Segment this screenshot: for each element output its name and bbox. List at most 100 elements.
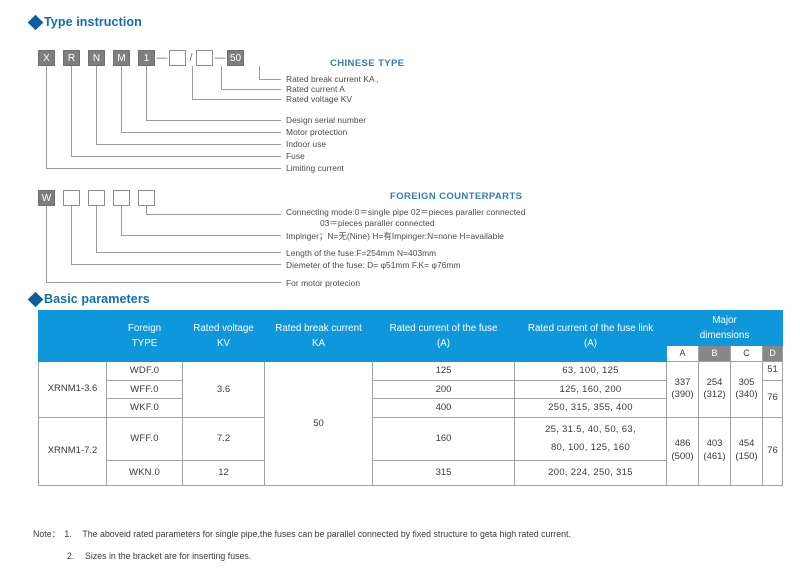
cell-foreign-type: WKN.0 <box>106 459 183 486</box>
header-foreign-type-line1: Foreign <box>127 322 162 334</box>
cell-dimension-d-2: 76 <box>762 416 783 486</box>
cell-dimension-a-1: 337 (390) <box>666 361 699 418</box>
cell-dimension-c-1: 305 (340) <box>730 361 763 418</box>
note-text-2: Sizes in the bracket are for inserting f… <box>85 550 252 561</box>
cell-rated-current-fuse: 125 <box>372 361 515 381</box>
code-box-current <box>196 50 213 66</box>
note-number-2: 2. <box>67 550 75 561</box>
header-rated-voltage-line1: Rated voltage <box>193 322 254 334</box>
header-model <box>38 310 107 362</box>
code-box-impinger <box>113 190 130 206</box>
cell-dimension-c-2: 454 (150) <box>730 416 763 486</box>
leader-hline-rated-current <box>221 89 281 90</box>
leader-hline-connecting-mode <box>146 214 281 215</box>
fuse-link-line1: 25, 31.5, 40, 50, 63, <box>545 424 636 436</box>
leader-vline-motor-protection <box>121 66 122 133</box>
table-row: XRNM1-3.6 WDF.0 3.6 50 125 63, 100, 125 … <box>38 361 783 486</box>
header-dimension-a: A <box>666 345 699 362</box>
basic-parameters-table-wrapper: Foreign TYPE Rated voltage KV Rated brea… <box>38 310 783 486</box>
label-motor-protection: Motor protection <box>286 127 348 137</box>
header-rated-current-fuse-line2: (A) <box>436 338 451 349</box>
cell-dimension-b-1: 254 (312) <box>698 361 731 418</box>
table-body: XRNM1-3.6 WDF.0 3.6 50 125 63, 100, 125 … <box>38 361 783 486</box>
code-box-r: R <box>63 50 80 66</box>
cell-foreign-type: WFF.0 <box>106 416 183 461</box>
note-item-1: Note： 1. The aboveid rated parameters fo… <box>33 528 773 541</box>
leader-vline-limiting-current <box>46 66 47 169</box>
header-foreign-type-line2: TYPE <box>131 338 158 349</box>
leader-vline-diameter <box>71 206 72 265</box>
table-header: Foreign TYPE Rated voltage KV Rated brea… <box>38 310 783 362</box>
code-box-m: M <box>113 50 130 66</box>
cell-model-1: XRNM1-3.6 <box>38 361 107 418</box>
header-rated-voltage-line2: KV <box>216 338 231 349</box>
cell-rated-current-fuse: 160 <box>372 416 515 461</box>
leader-hline-limiting-current <box>46 168 281 169</box>
leader-vline-impinger <box>121 206 122 236</box>
cell-fuse-link-values: 25, 31.5, 40, 50, 63, 80, 100, 125, 160 <box>514 416 667 461</box>
leader-hline-motor-protecion <box>46 282 281 283</box>
leader-hline-rated-voltage <box>192 99 281 100</box>
leader-vline-rated-current <box>221 66 222 90</box>
chinese-type-title: CHINESE TYPE <box>330 58 405 69</box>
header-dimension-c: C <box>730 345 763 362</box>
diamond-bullet-icon <box>27 291 44 307</box>
leader-hline-design-serial <box>146 120 281 121</box>
code-box-x: X <box>38 50 55 66</box>
cell-fuse-link-values: 63, 100, 125 <box>514 361 667 381</box>
header-major-dimensions-line1: Major <box>712 314 737 326</box>
header-rated-current-fuse: Rated current of the fuse (A) <box>372 310 515 362</box>
cell-foreign-type: WDF.0 <box>106 361 183 381</box>
cell-model-2: XRNM1-7.2 <box>38 416 107 486</box>
note-number-1: 1. <box>64 529 72 539</box>
section-title-text: Basic parameters <box>44 292 150 306</box>
code-dash-2: — <box>214 52 226 64</box>
header-rated-break-current-line2: KA <box>311 338 326 349</box>
cell-rated-break-current: 50 <box>264 361 373 486</box>
header-rated-voltage: Rated voltage KV <box>182 310 265 362</box>
leader-hline-diameter <box>71 264 281 265</box>
cell-fuse-link-values: 200, 224, 250, 315 <box>514 459 667 486</box>
leader-vline-motor-protecion <box>46 206 47 283</box>
note-text-1: The aboveid rated parameters for single … <box>82 529 571 539</box>
code-box-voltage <box>169 50 186 66</box>
cell-rated-voltage: 12 <box>182 459 265 486</box>
leader-hline-motor-protection <box>121 132 281 133</box>
leader-vline-indoor-use <box>96 66 97 145</box>
foreign-counterpart-code-row: W <box>38 190 155 206</box>
code-box-length <box>88 190 105 206</box>
label-rated-current: Rated current A <box>286 84 345 94</box>
code-box-n: N <box>88 50 105 66</box>
leader-hline-length <box>96 252 281 253</box>
section-title-text: Type instruction <box>44 15 142 29</box>
header-rated-break-current-line1: Rated break current <box>275 322 362 334</box>
leader-hline-fuse <box>71 156 281 157</box>
header-dimension-b: B <box>698 345 731 362</box>
note-lead-label: Note： <box>33 529 61 539</box>
cell-rated-current-fuse: 400 <box>372 398 515 418</box>
cell-fuse-link-values: 250, 315, 355, 400 <box>514 398 667 418</box>
notes-block: Note： 1. The aboveid rated parameters fo… <box>33 528 773 563</box>
label-rated-break-current: Rated break current KA , <box>286 74 379 84</box>
cell-dimension-d-top: 51 <box>762 361 783 381</box>
label-design-serial-number: Design serial number <box>286 115 367 125</box>
header-rated-current-fuse-link: Rated current of the fuse link (A) <box>514 310 667 362</box>
header-rated-current-fuse-link-line2: (A) <box>583 338 598 349</box>
label-fuse: Fuse <box>286 151 305 161</box>
foreign-counterparts-title: FOREIGN COUNTERPARTS <box>390 191 523 202</box>
header-rated-break-current: Rated break current KA <box>264 310 373 362</box>
leader-vline-design-serial <box>146 66 147 121</box>
leader-hline-impinger <box>121 235 281 236</box>
fuse-link-line2: 80, 100, 125, 160 <box>550 441 631 453</box>
cell-fuse-link-values: 125, 160, 200 <box>514 379 667 400</box>
header-dimension-d: D <box>762 345 783 362</box>
header-rated-current-fuse-link-line1: Rated current of the fuse link <box>527 322 654 334</box>
header-foreign-type: Foreign TYPE <box>106 310 183 362</box>
cell-foreign-type: WFF.0 <box>106 379 183 400</box>
label-length-of-fuse: Length of the fuse:F=254mm N=403mm <box>286 248 437 258</box>
cell-dimension-b-2: 403 (461) <box>698 416 731 486</box>
code-box-diameter <box>63 190 80 206</box>
label-connecting-mode-line2: 03＝pieces paraller connected <box>320 218 435 228</box>
code-box-serial: 1 <box>138 50 155 66</box>
cell-rated-voltage: 7.2 <box>182 416 265 461</box>
